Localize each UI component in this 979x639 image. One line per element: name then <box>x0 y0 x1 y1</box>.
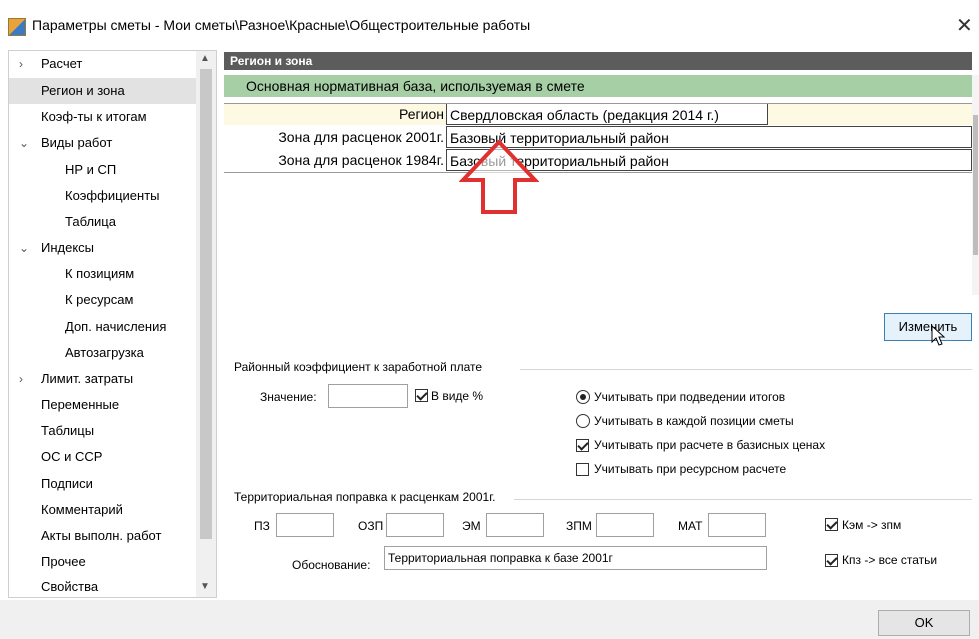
window-title: Параметры сметы - Мои сметы\Разное\Красн… <box>32 17 531 33</box>
percent-checkbox[interactable] <box>415 389 428 402</box>
basis-label: Обоснование: <box>292 558 371 572</box>
divider <box>520 369 972 370</box>
chevron-right-icon[interactable]: › <box>19 51 23 77</box>
sidebar-item-variables[interactable]: Переменные <box>41 392 119 418</box>
pz-input[interactable] <box>276 513 334 537</box>
sidebar-item-limit-costs[interactable]: › Лимит. затраты <box>9 366 197 392</box>
sidebar-item-calc[interactable]: › Расчет <box>9 51 197 77</box>
zone-1984-label: Зона для расценок 1984г. <box>278 152 444 168</box>
district-coef-title: Районный коэффициент к заработной плате <box>234 360 483 374</box>
app-icon <box>8 18 26 36</box>
radio-totals[interactable] <box>576 390 590 404</box>
sidebar-item-label: Виды работ <box>41 135 113 150</box>
radio-each-position[interactable] <box>576 414 590 428</box>
scrollbar-thumb[interactable] <box>973 115 978 255</box>
sidebar-item-other[interactable]: Прочее <box>41 549 86 575</box>
sidebar-item-nr-sp[interactable]: НР и СП <box>65 157 116 183</box>
sidebar-item-label: Индексы <box>41 240 95 255</box>
sidebar-item-to-resources[interactable]: К ресурсам <box>65 287 133 313</box>
coef-value-input[interactable] <box>328 384 408 408</box>
chevron-down-icon[interactable]: ⌄ <box>19 235 29 261</box>
sidebar-item-label: Регион и зона <box>41 83 125 98</box>
sidebar-item-indexes[interactable]: ⌄ Индексы <box>9 235 197 261</box>
zpm-input[interactable] <box>596 513 654 537</box>
region-row[interactable]: Регион Свердловская область (редакция 20… <box>224 103 972 125</box>
resource-calc-label: Учитывать при ресурсном расчете <box>594 462 787 476</box>
change-button[interactable]: Изменить <box>884 313 972 341</box>
basis-input[interactable]: Территориальная поправка к базе 2001г <box>384 546 767 570</box>
sidebar-scrollbar[interactable]: ▲ ▼ <box>196 50 217 598</box>
scroll-down-icon[interactable]: ▼ <box>200 581 210 592</box>
kpz-label: Кпз -> все статьи <box>842 553 938 567</box>
sidebar-item-autoload[interactable]: Автозагрузка <box>65 340 144 366</box>
pz-label: ПЗ <box>254 519 270 533</box>
sidebar-item-os-ssr[interactable]: ОС и ССР <box>41 444 102 470</box>
kem-label: Кэм -> зпм <box>842 518 902 532</box>
percent-label: В виде % <box>431 389 484 403</box>
sidebar-item-extra-charges[interactable]: Доп. начисления <box>65 314 166 340</box>
chevron-down-icon[interactable]: ⌄ <box>19 130 29 156</box>
red-arrow-annotation <box>459 140 539 214</box>
kem-checkbox[interactable] <box>825 518 838 531</box>
base-norm-row[interactable]: Основная нормативная база, используемая … <box>224 75 972 97</box>
ozp-label: ОЗП <box>358 519 384 533</box>
resource-calc-checkbox[interactable] <box>576 463 589 476</box>
coef-value-label: Значение: <box>260 390 317 404</box>
title-bar: Параметры сметы - Мои сметы\Разное\Красн… <box>0 0 979 50</box>
sidebar-item-properties[interactable]: Свойства <box>41 574 98 597</box>
territorial-title: Территориальная поправка к расценкам 200… <box>234 490 496 504</box>
ozp-input[interactable] <box>386 513 444 537</box>
sidebar-item-totals-coef[interactable]: Коэф-ты к итогам <box>41 104 147 130</box>
base-prices-label: Учитывать при расчете в базисных ценах <box>594 438 826 452</box>
main-panel: Регион и зона Основная нормативная база,… <box>224 50 979 596</box>
sidebar-item-coefficients[interactable]: Коэффициенты <box>65 183 160 209</box>
zone-1984-row[interactable]: Зона для расценок 1984г. Базовый террито… <box>224 149 972 171</box>
sidebar-item-tables[interactable]: Таблицы <box>41 418 94 444</box>
sidebar-item-to-positions[interactable]: К позициям <box>65 261 134 287</box>
sidebar-item-work-types[interactable]: ⌄ Виды работ <box>9 130 197 156</box>
sidebar-item-region[interactable]: Регион и зона <box>9 78 197 104</box>
section-header: Регион и зона <box>224 52 972 70</box>
scrollbar-thumb[interactable] <box>200 69 212 539</box>
mat-label: МАТ <box>678 519 703 533</box>
region-value[interactable]: Свердловская область (редакция 2014 г.) <box>446 103 768 125</box>
zone-2001-label: Зона для расценок 2001г. <box>278 129 444 145</box>
em-input[interactable] <box>486 513 544 537</box>
base-prices-checkbox[interactable] <box>576 439 589 452</box>
kpz-checkbox[interactable] <box>825 554 838 567</box>
mouse-pointer-icon <box>931 325 946 346</box>
zone-2001-row[interactable]: Зона для расценок 2001г. Базовый террито… <box>224 126 972 148</box>
scroll-up-icon[interactable]: ▲ <box>200 53 210 64</box>
ok-button[interactable]: OK <box>878 610 970 636</box>
sidebar-item-acts[interactable]: Акты выполн. работ <box>41 523 161 549</box>
sidebar-item-label: Лимит. затраты <box>41 371 134 386</box>
sidebar-item-label: Расчет <box>41 56 83 71</box>
sidebar-item-comment[interactable]: Комментарий <box>41 497 123 523</box>
sidebar-item-table[interactable]: Таблица <box>65 209 116 235</box>
grid-scrollbar[interactable] <box>972 75 979 295</box>
zpm-label: ЗПМ <box>566 519 592 533</box>
close-icon[interactable]: ✕ <box>956 13 973 38</box>
sidebar-nav: › Расчет Регион и зона Коэф-ты к итогам … <box>8 50 198 598</box>
sidebar-item-signatures[interactable]: Подписи <box>41 471 93 497</box>
em-label: ЭМ <box>462 519 481 533</box>
divider <box>514 499 972 500</box>
chevron-right-icon[interactable]: › <box>19 366 23 392</box>
mat-input[interactable] <box>708 513 766 537</box>
region-label: Регион <box>399 106 444 122</box>
radio-totals-label: Учитывать при подведении итогов <box>594 390 786 404</box>
radio-each-label: Учитывать в каждой позиции сметы <box>594 414 794 428</box>
bottom-bar <box>0 600 979 639</box>
